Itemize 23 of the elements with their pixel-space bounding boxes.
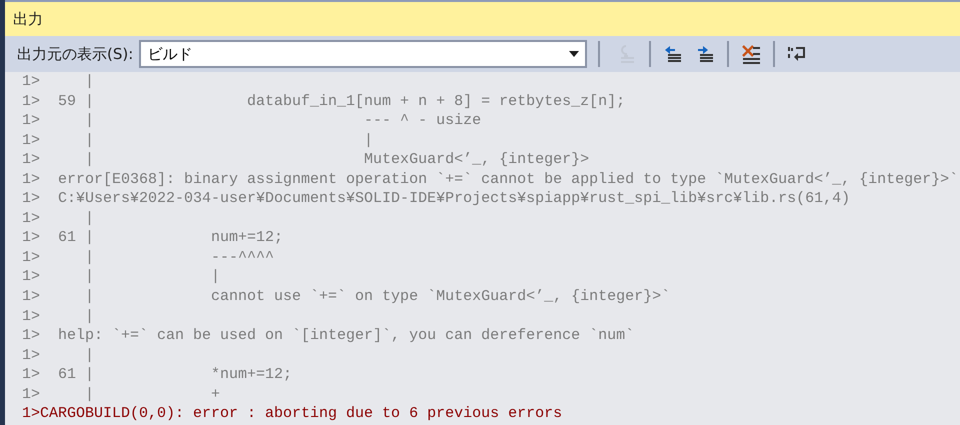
output-line: 1> | MutexGuard<’_, {integer}> xyxy=(22,150,590,170)
output-line: 1> 61 | num+=12; xyxy=(22,228,284,248)
output-line: 1> C:¥Users¥2022-034-user¥Documents¥SOLID-IDE¥Projects¥spiapp¥rust_spi_lib¥src¥lib.rs(61,4) xyxy=(22,189,850,209)
output-line: 1> | | xyxy=(22,130,374,150)
output-line: 1> help: `+=` can be used on `[integer]`, you can dereference `num` xyxy=(22,326,634,346)
output-line: 1> | xyxy=(22,72,94,92)
output-line: 1> | xyxy=(22,208,94,228)
source-label: 出力元の表示(S): xyxy=(17,44,134,64)
dropdown-caret-icon xyxy=(569,51,580,57)
output-line: 1> | cannot use `+=` on type `MutexGuard<’_, {integer}>` xyxy=(22,287,670,307)
output-line: 1> 61 | *num+=12; xyxy=(22,365,292,385)
output-line: 1> | xyxy=(22,346,94,366)
output-line: 1> | | xyxy=(22,267,220,288)
output-line: 1> | xyxy=(22,306,94,326)
panel-title: 出力 xyxy=(13,10,43,28)
output-line: 1> | ---^^^^ xyxy=(22,248,274,268)
source-dropdown[interactable]: ビルド xyxy=(139,40,588,68)
output-line: 1> error[E0368]: binary assignment operation `+=` cannot be applied to type `MutexGuard<’_, {integer}>` xyxy=(22,170,958,190)
output-line: 1> | --- ^ - usize xyxy=(22,111,482,131)
error-summary-line: 1>CARGOBUILD(0,0): error : aborting due to 6 previous errors xyxy=(22,404,562,424)
output-line: 1> 59 | databuf_in_1[num + n + 8] = retbytes_z[n]; xyxy=(22,92,626,112)
output-line: 1> | + xyxy=(22,384,220,404)
clear-all-button[interactable] xyxy=(740,42,762,66)
